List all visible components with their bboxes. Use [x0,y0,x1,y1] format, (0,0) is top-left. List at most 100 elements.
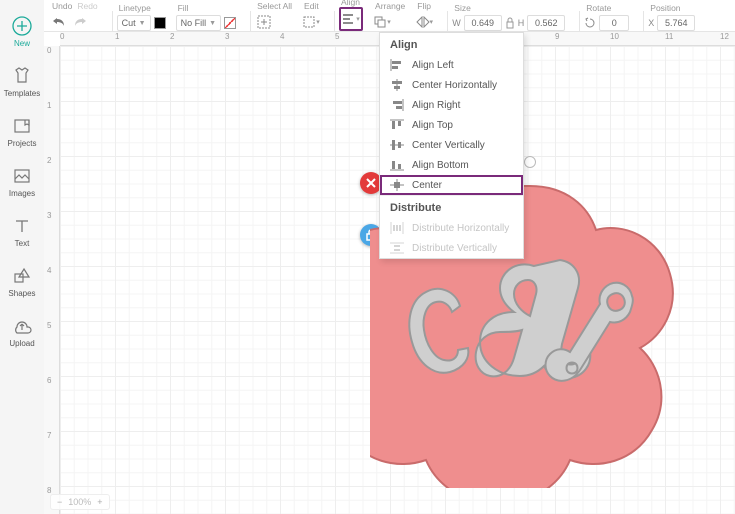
divider [334,11,335,31]
edit-label: Edit [302,1,319,11]
menu-label: Distribute Vertically [412,243,497,254]
divider [112,11,113,31]
sidebar-item-templates[interactable]: Templates [0,56,44,106]
align-menu: Align Align Left Center Horizontally Ali… [379,32,524,259]
fill-group: Fill No Fill▼ [176,3,236,31]
size-label: Size [452,3,471,13]
divider [250,11,251,31]
sidebar-label: Shapes [8,289,35,298]
text-icon [11,215,33,237]
arrange-label: Arrange [373,1,405,11]
ruler-vertical: 012345678 [44,46,60,514]
size-h-input[interactable] [527,15,565,31]
monogram-text[interactable] [398,258,658,408]
menu-item-align-left[interactable]: Align Left [380,55,523,75]
menu-item-align-right[interactable]: Align Right [380,95,523,115]
linetype-group: Linetype Cut▼ [117,3,166,31]
size-w-prefix: W [452,18,461,28]
redo-button[interactable] [71,13,89,31]
menu-label: Align Left [412,60,454,71]
divider [643,11,644,31]
sidebar-item-images[interactable]: Images [0,156,44,206]
menu-label: Distribute Horizontally [412,223,509,234]
align-right-icon [390,99,404,111]
sidebar-label: Projects [8,139,37,148]
rotate-group: Rotate [584,3,629,31]
rotate-handle[interactable] [524,156,536,168]
zoom-value: 100% [68,497,91,507]
upload-icon [11,315,33,337]
image-icon [11,165,33,187]
sidebar-label: Images [9,189,35,198]
menu-item-center-v[interactable]: Center Vertically [380,135,523,155]
position-label: Position [648,3,680,13]
linetype-dropdown[interactable]: Cut▼ [117,15,151,31]
undo-label: Undo [50,1,72,11]
sidebar-item-new[interactable]: New [0,6,44,56]
dist-v-icon [390,242,404,254]
sidebar-item-upload[interactable]: Upload [0,306,44,356]
sidebar-label: Text [15,239,30,248]
edit-button[interactable]: ▾ [302,13,320,31]
zoom-out-button[interactable]: − [57,497,62,507]
zoom-control[interactable]: − 100% + [50,494,110,510]
arrange-group: Arrange ▾ [373,1,405,31]
selectall-button[interactable] [255,13,273,31]
align-group: Align ▾ [339,0,363,31]
position-x-prefix: X [648,18,654,28]
rotate-icon [584,17,596,29]
menu-item-align-top[interactable]: Align Top [380,115,523,135]
sidebar-item-projects[interactable]: Projects [0,106,44,156]
fill-dropdown[interactable]: No Fill▼ [176,15,221,31]
edit-group: Edit ▾ [302,1,320,31]
projects-icon [11,115,33,137]
menu-header-distribute: Distribute [380,196,523,218]
sidebar-label: Upload [9,339,34,348]
shapes-icon [11,265,33,287]
menu-item-center[interactable]: Center [380,175,523,195]
align-label: Align [339,0,360,7]
zoom-in-button[interactable]: + [97,497,102,507]
menu-label: Center Vertically [412,140,485,151]
menu-item-center-h[interactable]: Center Horizontally [380,75,523,95]
menu-label: Center [412,180,442,191]
tshirt-icon [11,65,33,87]
selectall-group: Select All [255,1,292,31]
center-h-icon [390,79,404,91]
menu-item-dist-v: Distribute Vertically [380,238,523,258]
linetype-color-swatch[interactable] [154,17,166,29]
selectall-label: Select All [255,1,292,11]
size-h-prefix: H [518,18,525,28]
arrange-button[interactable]: ▾ [373,13,391,31]
divider [579,11,580,31]
fill-color-swatch[interactable] [224,17,236,29]
fill-label: Fill [176,3,189,13]
menu-label: Align Bottom [412,160,469,171]
menu-header-align: Align [380,33,523,55]
rotate-label: Rotate [584,3,611,13]
align-top-icon [390,119,404,131]
position-x-input[interactable] [657,15,695,31]
flip-group: Flip ▾ [415,1,433,31]
flip-button[interactable]: ▾ [415,13,433,31]
align-bottom-icon [390,159,404,171]
align-button[interactable]: ▾ [342,10,360,28]
flip-label: Flip [415,1,431,11]
menu-label: Align Top [412,120,453,131]
sidebar-item-text[interactable]: Text [0,206,44,256]
sidebar-label: New [14,39,30,48]
top-toolbar: Undo Redo Linetype Cut▼ Fill No Fill▼ Se… [44,0,735,32]
divider [447,11,448,31]
center-icon [390,179,404,191]
sidebar-item-shapes[interactable]: Shapes [0,256,44,306]
sidebar-label: Templates [4,89,40,98]
menu-item-align-bottom[interactable]: Align Bottom [380,155,523,175]
undo-button[interactable] [50,13,68,31]
menu-item-dist-h: Distribute Horizontally [380,218,523,238]
size-w-input[interactable] [464,15,502,31]
left-sidebar: New Templates Projects Images Text Shape… [0,0,44,514]
rotate-input[interactable] [599,15,629,31]
redo-label: Redo [75,1,97,11]
align-left-icon [390,59,404,71]
lock-icon[interactable] [505,16,515,30]
